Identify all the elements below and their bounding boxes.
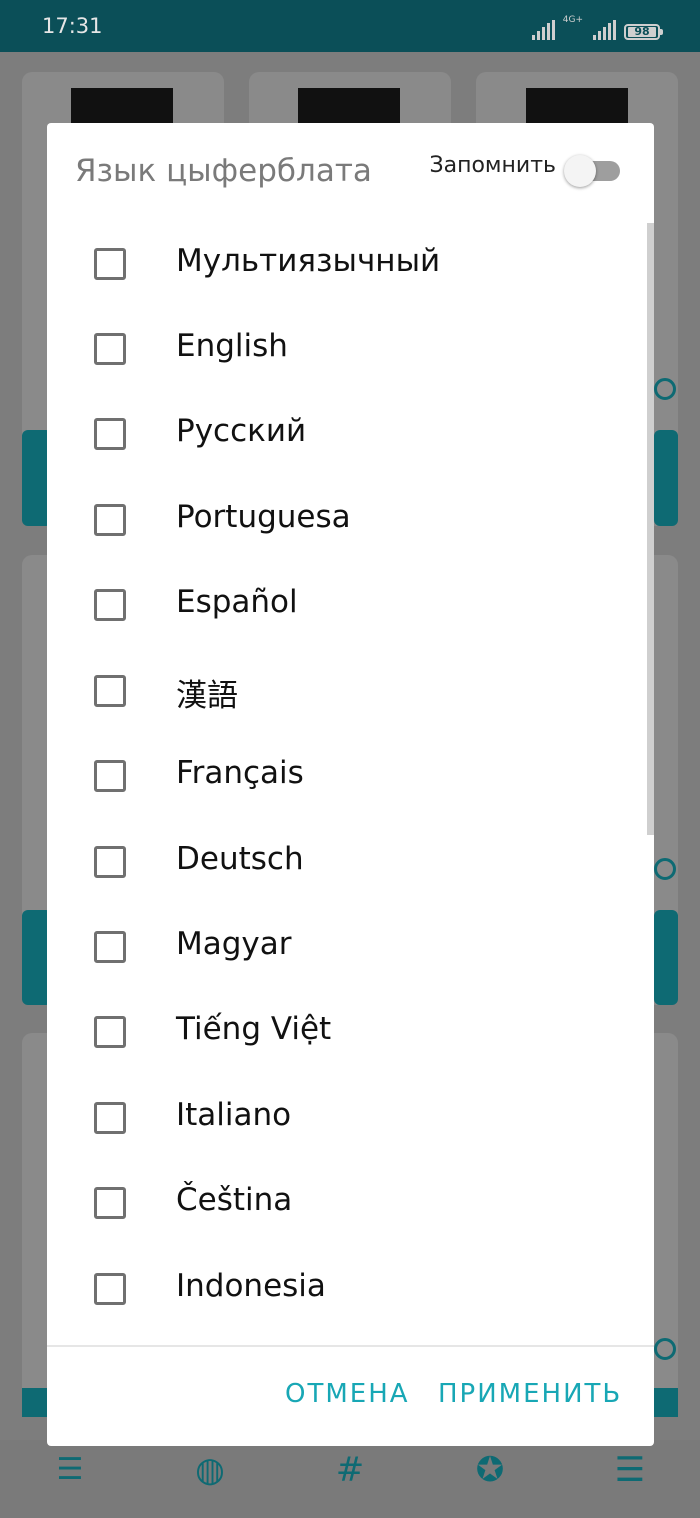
checkbox[interactable] [94, 418, 126, 450]
option-label: Čeština [176, 1182, 293, 1218]
network-type: 4G+ [562, 15, 583, 25]
status-bar: 17:31 4G+ 98 [0, 0, 700, 52]
status-icons: 4G+ 98 [531, 15, 663, 40]
option-label: English [176, 328, 288, 364]
menu-icon[interactable]: ☰ [612, 1452, 648, 1488]
battery-icon: 98 [624, 24, 663, 40]
bg-thumb-1 [71, 88, 173, 128]
list-item[interactable]: Italiano [47, 1077, 647, 1162]
dialog-title: Язык цыферблата [75, 153, 372, 189]
checkbox[interactable] [94, 1016, 126, 1048]
bg-card-footer-2 [654, 430, 678, 526]
dialog-actions: ОТМЕНА ПРИМЕНИТЬ [47, 1347, 654, 1446]
scrollbar[interactable] [647, 223, 654, 835]
option-label: Italiano [176, 1097, 292, 1133]
language-list[interactable]: Мультиязычный English Русский Portuguesa… [47, 223, 654, 1345]
checkbox[interactable] [94, 333, 126, 365]
battery-level: 98 [628, 26, 656, 37]
star-icon[interactable]: ✪ [472, 1452, 508, 1488]
status-time: 17:31 [42, 14, 103, 38]
signal-icon-2 [593, 20, 616, 40]
list-item[interactable]: Tiếng Việt [47, 991, 647, 1076]
list-item[interactable]: Čeština [47, 1162, 647, 1247]
option-label: 漢語 [176, 678, 238, 714]
bg-heart-icon-2 [654, 858, 676, 880]
checkbox[interactable] [94, 675, 126, 707]
option-label: Français [176, 755, 304, 791]
option-label: Indonesia [176, 1268, 326, 1304]
cancel-button[interactable]: ОТМЕНА [285, 1379, 410, 1409]
checkbox[interactable] [94, 1273, 126, 1305]
list-item[interactable]: Portuguesa [47, 479, 647, 564]
checkbox[interactable] [94, 846, 126, 878]
bg-heart-icon-1 [654, 378, 676, 400]
option-label: Мультиязычный [176, 243, 441, 279]
list-item[interactable]: Русский [47, 393, 647, 478]
remember-label: Запомнить [429, 153, 557, 178]
checkbox[interactable] [94, 248, 126, 280]
list-item[interactable]: Deutsch [47, 821, 647, 906]
checkbox[interactable] [94, 1187, 126, 1219]
list-item[interactable]: 漢語 [47, 650, 647, 735]
checkbox[interactable] [94, 760, 126, 792]
checkbox[interactable] [94, 589, 126, 621]
hashtag-icon[interactable]: # [332, 1452, 368, 1488]
option-label: Magyar [176, 926, 292, 962]
option-label: Portuguesa [176, 499, 351, 535]
globe-icon[interactable]: ◍ [192, 1452, 228, 1488]
option-label: Deutsch [176, 841, 304, 877]
language-dialog: Язык цыферблата Запомнить Мультиязычный … [47, 123, 654, 1446]
toggle-thumb [564, 155, 596, 187]
list-item[interactable]: Magyar [47, 906, 647, 991]
bg-thumb-3 [526, 88, 628, 128]
checkbox[interactable] [94, 931, 126, 963]
list-item[interactable]: Español [47, 564, 647, 649]
checkbox[interactable] [94, 504, 126, 536]
sort-icon[interactable]: ☰ [52, 1452, 88, 1488]
option-label: Español [176, 584, 298, 620]
list-item[interactable]: Мультиязычный [47, 223, 647, 308]
list-item[interactable]: English [47, 308, 647, 393]
apply-button[interactable]: ПРИМЕНИТЬ [438, 1379, 622, 1409]
bg-card-footer-4 [654, 910, 678, 1005]
signal-icon [531, 20, 555, 40]
list-item[interactable]: Français [47, 735, 647, 820]
bg-thumb-2 [298, 88, 400, 128]
checkbox[interactable] [94, 1102, 126, 1134]
bg-heart-icon-3 [654, 1338, 676, 1360]
option-label: Русский [176, 413, 307, 449]
list-item[interactable]: Indonesia [47, 1248, 647, 1333]
option-label: Tiếng Việt [176, 1011, 332, 1047]
remember-toggle[interactable] [564, 151, 620, 187]
